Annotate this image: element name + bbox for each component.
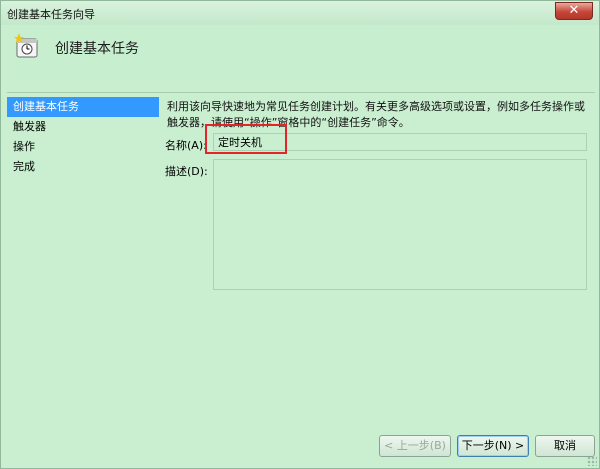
- nav-step-action[interactable]: 操作: [7, 137, 159, 157]
- nav-step-trigger[interactable]: 触发器: [7, 117, 159, 137]
- nav-step-create-basic-task[interactable]: 创建基本任务: [7, 97, 159, 117]
- task-wizard-clock-icon: [14, 33, 38, 58]
- title-bar[interactable]: 创建基本任务向导 ✕: [1, 1, 599, 25]
- name-label: 名称(A):: [165, 139, 207, 152]
- resize-grip[interactable]: [587, 456, 597, 466]
- step-navigation: 创建基本任务 触发器 操作 完成: [7, 97, 159, 177]
- cancel-button[interactable]: 取消: [535, 435, 595, 457]
- name-input[interactable]: [213, 133, 587, 151]
- wizard-header: 创建基本任务: [7, 25, 595, 92]
- wizard-step-title: 创建基本任务: [55, 41, 139, 57]
- next-button[interactable]: 下一步(N) >: [457, 435, 529, 457]
- back-button[interactable]: < 上一步(B): [379, 435, 451, 457]
- wizard-description: 利用该向导快速地为常见任务创建计划。有关更多高级选项或设置，例如多任务操作或触发…: [167, 100, 585, 129]
- nav-step-finish[interactable]: 完成: [7, 157, 159, 177]
- window-title: 创建基本任务向导: [7, 8, 95, 21]
- description-label: 描述(D):: [165, 165, 208, 178]
- wizard-window: 创建基本任务向导 ✕ 创建基本任务 创建基本任务 触发器 操作 完成 利用该向导…: [0, 0, 600, 469]
- description-textarea[interactable]: [213, 159, 587, 290]
- close-button[interactable]: ✕: [555, 2, 593, 20]
- wizard-content: 创建基本任务 触发器 操作 完成 利用该向导快速地为常见任务创建计划。有关更多高…: [7, 93, 595, 462]
